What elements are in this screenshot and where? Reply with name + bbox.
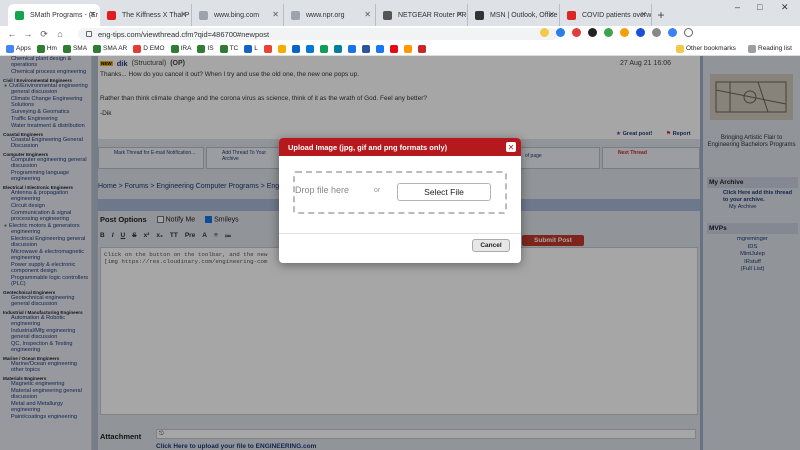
bookmark-l[interactable]: L bbox=[244, 44, 258, 53]
tab-label: SMath Programs - (Er bbox=[30, 11, 99, 19]
close-window-icon[interactable]: ✕ bbox=[781, 2, 789, 13]
bookmark-hm[interactable]: Hm bbox=[36, 44, 57, 53]
apps-icon bbox=[6, 44, 14, 53]
url-bar[interactable]: eng-tips.com/viewthread.cfm?qid=486700#n… bbox=[78, 28, 558, 40]
bookmark-icon[interactable] bbox=[347, 44, 356, 53]
tab-favicon bbox=[107, 11, 116, 20]
bookmark-icon bbox=[133, 44, 142, 53]
menu-icon[interactable] bbox=[684, 28, 693, 37]
browser-tab[interactable]: www.bing.com ✕ bbox=[192, 4, 284, 26]
close-tab-icon[interactable]: ✕ bbox=[364, 10, 371, 19]
bookmark-tc[interactable]: TC bbox=[219, 44, 238, 53]
bookmark-demo[interactable]: D EMO bbox=[133, 44, 165, 53]
browser-tab[interactable]: MSN | Outlook, Office ✕ bbox=[468, 4, 560, 26]
profile-avatar[interactable] bbox=[668, 28, 677, 37]
extension-icon[interactable] bbox=[636, 28, 645, 37]
tab-favicon bbox=[567, 11, 576, 20]
bookmark-icon[interactable] bbox=[417, 44, 426, 53]
bookmark-apps[interactable]: Apps bbox=[6, 44, 31, 53]
upload-image-dialog: Upload Image (jpg, gif and png formats o… bbox=[279, 138, 521, 263]
reading-list-icon bbox=[748, 44, 756, 53]
file-drop-zone[interactable]: Drop file here or Select File bbox=[293, 171, 507, 214]
dialog-title: Upload Image (jpg, gif and png formats o… bbox=[279, 138, 521, 156]
close-tab-icon[interactable]: ✕ bbox=[640, 10, 647, 19]
tab-favicon bbox=[475, 11, 484, 20]
close-tab-icon[interactable]: ✕ bbox=[456, 10, 463, 19]
close-tab-icon[interactable]: ✕ bbox=[180, 10, 187, 19]
lock-icon bbox=[86, 31, 92, 37]
browser-tab[interactable]: NETGEAR Router PRO ✕ bbox=[376, 4, 468, 26]
maximize-icon[interactable]: □ bbox=[757, 2, 762, 12]
star-icon[interactable] bbox=[540, 28, 549, 37]
reading-list[interactable]: Reading list bbox=[748, 44, 792, 53]
extension-icon[interactable] bbox=[604, 28, 613, 37]
close-tab-icon[interactable]: ✕ bbox=[89, 10, 96, 19]
extension-icons bbox=[540, 28, 693, 37]
bookmark-icon bbox=[62, 44, 71, 53]
drive-icon[interactable] bbox=[277, 44, 286, 53]
extension-icon[interactable] bbox=[588, 28, 597, 37]
tab-bar: SMath Programs - (Er ✕ The Kiffness X Thai… bbox=[0, 0, 800, 26]
bookmark-icon[interactable] bbox=[319, 44, 328, 53]
bookmark-is[interactable]: IS bbox=[197, 44, 214, 53]
dialog-divider bbox=[279, 233, 521, 234]
back-icon[interactable]: ← bbox=[4, 29, 20, 39]
tab-favicon bbox=[383, 11, 392, 20]
bookmark-icon bbox=[93, 44, 102, 53]
extension-icon[interactable] bbox=[556, 28, 565, 37]
url-text: eng-tips.com/viewthread.cfm?qid=486700#n… bbox=[98, 29, 270, 39]
bookmark-sma-ar[interactable]: SMA AR bbox=[93, 44, 127, 53]
browser-tab[interactable]: www.npr.org ✕ bbox=[284, 4, 376, 26]
address-bar-row: ← → ⟳ ⌂ eng-tips.com/viewthread.cfm?qid=… bbox=[0, 26, 800, 42]
puzzle-icon[interactable] bbox=[652, 28, 661, 37]
close-tab-icon[interactable]: ✕ bbox=[272, 10, 279, 19]
close-icon[interactable]: ✕ bbox=[506, 142, 516, 152]
bookmark-sma[interactable]: SMA bbox=[62, 44, 87, 53]
extension-icon[interactable] bbox=[620, 28, 629, 37]
browser-tab[interactable]: The Kiffness X Thai P ✕ bbox=[100, 4, 192, 26]
tab-favicon bbox=[15, 11, 24, 20]
browser-tab[interactable]: COVID patients overw ✕ bbox=[560, 4, 652, 26]
bookmarks-bar: Apps Hm SMA SMA AR D EMO IRA IS TC L Oth… bbox=[0, 42, 800, 56]
bing-icon[interactable] bbox=[333, 44, 342, 53]
bookmark-icon bbox=[219, 44, 228, 53]
new-tab-button[interactable]: + bbox=[652, 4, 670, 26]
browser-tab[interactable]: SMath Programs - (Er ✕ bbox=[8, 4, 100, 26]
bookmark-icon bbox=[36, 44, 45, 53]
word-icon[interactable] bbox=[361, 44, 370, 53]
bookmark-icon bbox=[197, 44, 206, 53]
cancel-button[interactable]: Cancel bbox=[472, 239, 510, 252]
netflix-icon[interactable] bbox=[389, 44, 398, 53]
tab-favicon bbox=[199, 11, 208, 20]
bookmark-icon bbox=[244, 44, 253, 53]
select-file-button[interactable]: Select File bbox=[397, 183, 491, 201]
tab-label: www.npr.org bbox=[306, 11, 345, 19]
amazon-icon[interactable] bbox=[403, 44, 412, 53]
tab-favicon bbox=[291, 11, 300, 20]
or-separator: or bbox=[374, 187, 381, 194]
bookmark-icon bbox=[170, 44, 179, 53]
other-bookmarks[interactable]: Other bookmarks bbox=[676, 44, 736, 53]
drop-file-text: Drop file here bbox=[295, 185, 350, 195]
tab-label: www.bing.com bbox=[214, 11, 260, 19]
bookmark-ira[interactable]: IRA bbox=[170, 44, 191, 53]
reload-icon[interactable]: ⟳ bbox=[36, 29, 52, 40]
google-icon[interactable] bbox=[263, 44, 272, 53]
facebook-icon[interactable] bbox=[375, 44, 384, 53]
minimize-icon[interactable]: – bbox=[735, 2, 740, 12]
close-tab-icon[interactable]: ✕ bbox=[548, 10, 555, 19]
outlook-icon[interactable] bbox=[305, 44, 314, 53]
forward-icon[interactable]: → bbox=[20, 29, 36, 39]
extension-icon[interactable] bbox=[572, 28, 581, 37]
home-icon[interactable]: ⌂ bbox=[52, 29, 68, 39]
folder-icon bbox=[676, 44, 684, 53]
linkedin-icon[interactable] bbox=[291, 44, 300, 53]
